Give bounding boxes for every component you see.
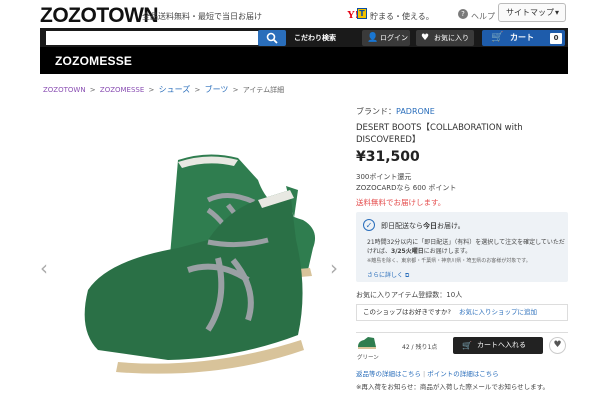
brand-link[interactable]: PADRONE xyxy=(396,107,435,116)
delivery-body: 21時間32分以内に「即日配送」（有料）を選択して注文を確定していただければ、3… xyxy=(367,238,567,256)
delivery-header-bold: 今日 xyxy=(423,222,437,230)
points-info: 300ポイント還元 ZOZOCARDなら 600 ポイント xyxy=(356,172,456,194)
sku-thumbnail[interactable] xyxy=(356,335,378,351)
favorite-item-button[interactable]: ♥ xyxy=(549,337,566,354)
breadcrumb-item-zozotown[interactable]: ZOZOTOWN xyxy=(43,86,86,94)
login-button[interactable]: 👤 ログイン xyxy=(362,30,410,46)
delivery-header-suffix: お届け。 xyxy=(437,222,465,230)
breadcrumb-separator: > xyxy=(232,86,239,94)
check-icon: ✓ xyxy=(363,219,375,231)
boots-illustration xyxy=(84,154,316,374)
help-link[interactable]: ヘルプ xyxy=(471,11,495,22)
search-input[interactable] xyxy=(46,31,258,45)
cart-button[interactable]: 🛒 カート 0 xyxy=(482,30,565,46)
breadcrumb-item-shop[interactable]: ZOZOMESSE xyxy=(100,86,144,94)
cart-count-badge: 0 xyxy=(550,33,562,44)
sku-row: グリーン 42 / 残り1点 🛒 カートへ入れる ♥ xyxy=(356,332,568,362)
add-to-cart-label: カートへ入れる xyxy=(477,341,526,349)
restock-notice: ※再入荷をお知らせ：商品が入荷した際メールでお知らせします。 xyxy=(356,383,550,391)
add-to-cart-button[interactable]: 🛒 カートへ入れる xyxy=(453,337,543,354)
brand-label: ブランド： xyxy=(356,107,396,116)
breadcrumb-separator: > xyxy=(194,86,201,94)
product-image[interactable] xyxy=(58,130,323,395)
delivery-header: 即日配送なら今日お届け。 xyxy=(381,221,465,231)
help-icon[interactable]: ? xyxy=(458,9,468,19)
points-line-1: 300ポイント還元 xyxy=(356,173,412,181)
breadcrumb: ZOZOTOWN > ZOZOMESSE > シューズ > ブーツ > アイテム… xyxy=(43,84,286,95)
return-policy-link[interactable]: 返品等の詳細はこちら xyxy=(356,370,421,378)
nav-bar: こだわり検索 👤 ログイン ♥ お気に入り 🛒 カート 0 xyxy=(40,28,568,47)
delivery-note: ※離島を除く、東京都・千葉県・神奈川県・埼玉県のお客様が対象です。 xyxy=(367,258,531,264)
breadcrumb-item-shoes[interactable]: シューズ xyxy=(159,85,191,94)
image-prev-arrow[interactable]: ‹ xyxy=(40,256,48,280)
shop-bar: ZOZOMESSE xyxy=(40,47,568,74)
sku-stock: 42 / 残り1点 xyxy=(402,344,438,351)
sku-color: グリーン xyxy=(357,355,379,361)
cart-icon: 🛒 xyxy=(462,341,472,350)
delivery-body-2: にお届けします。 xyxy=(423,248,472,255)
sitemap-dropdown[interactable]: サイトマップ ▾ xyxy=(498,3,566,22)
favorites-button[interactable]: ♥ お気に入り xyxy=(416,30,474,46)
image-next-arrow[interactable]: › xyxy=(330,256,338,280)
shop-favorite-box: このショップはお好きですか? お気に入りショップに追加 xyxy=(356,304,568,321)
cart-label: カート xyxy=(510,33,534,42)
brand-line: ブランド：PADRONE xyxy=(356,106,435,117)
tpoint-icon[interactable]: T xyxy=(357,8,367,19)
free-shipping-text: 送料無料でお届けします。 xyxy=(356,198,446,207)
heart-icon: ♥ xyxy=(553,340,562,350)
tagline: 全品送料無料・最短で当日お届け xyxy=(142,12,262,21)
top-bar: ZOZOTOWN 全品送料無料・最短で当日お届け Y! T 貯まる・使える。 ?… xyxy=(0,0,610,28)
favorite-count: お気に入りアイテム登録数：10人 xyxy=(356,291,463,299)
cart-icon: 🛒 xyxy=(491,32,504,43)
delivery-more-link[interactable]: さらに詳しく ⧉ xyxy=(367,270,409,280)
product-title: DESERT BOOTS【COLLABORATION with DISCOVER… xyxy=(356,123,523,145)
add-favorite-shop-link[interactable]: お気に入りショップに追加 xyxy=(459,308,537,316)
external-link-icon: ⧉ xyxy=(404,272,410,279)
chevron-down-icon: ▾ xyxy=(554,8,559,17)
points-detail-link[interactable]: ポイントの詳細はこちら xyxy=(427,370,499,378)
product-price: ¥31,500 xyxy=(356,149,420,165)
delivery-more-label: さらに詳しく xyxy=(367,272,404,279)
link-separator: | xyxy=(423,370,426,378)
sitemap-label: サイトマップ xyxy=(506,8,554,17)
delivery-header-prefix: 即日配送なら xyxy=(381,222,423,230)
shop-favorite-question: このショップはお好きですか? xyxy=(363,308,451,316)
shop-logo[interactable]: ZOZOMESSE xyxy=(55,54,132,68)
search-icon xyxy=(266,32,278,44)
delivery-date: 3/25火曜日 xyxy=(391,248,424,255)
breadcrumb-item-boots[interactable]: ブーツ xyxy=(205,85,229,94)
advanced-search-link[interactable]: こだわり検索 xyxy=(294,33,336,43)
user-icon: 👤 xyxy=(367,33,379,43)
same-day-delivery-box: ✓ 即日配送なら今日お届け。 21時間32分以内に「即日配送」（有料）を選択して… xyxy=(356,212,568,282)
earn-text[interactable]: 貯まる・使える。 xyxy=(370,11,434,22)
search-button[interactable] xyxy=(258,30,286,46)
breadcrumb-separator: > xyxy=(89,86,96,94)
zozotown-logo[interactable]: ZOZOTOWN xyxy=(40,4,159,28)
points-line-2: ZOZOCARDなら 600 ポイント xyxy=(356,184,457,192)
login-label: ログイン xyxy=(380,34,408,42)
breadcrumb-item-current: アイテム詳細 xyxy=(242,86,285,94)
favorites-label: お気に入り xyxy=(434,34,469,42)
breadcrumb-separator: > xyxy=(148,86,155,94)
heart-icon: ♥ xyxy=(421,33,430,43)
info-links: 返品等の詳細はこちら | ポイントの詳細はこちら xyxy=(356,368,499,378)
